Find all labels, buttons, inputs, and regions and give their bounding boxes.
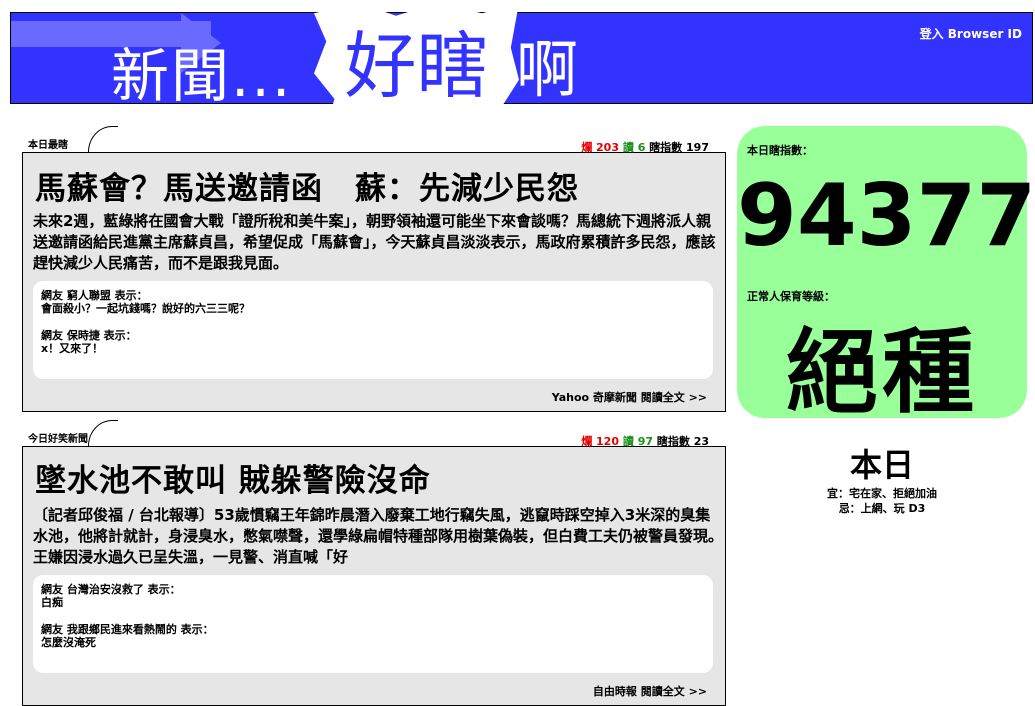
read-more-link[interactable]: 閱讀全文 >>: [641, 391, 707, 404]
news-source: 自由時報: [592, 685, 637, 698]
stat-index-value: 197: [686, 141, 709, 154]
news-source-line: 自由時報 閱讀全文 >>: [593, 683, 707, 699]
logo-text-haoxia: 好瞎: [344, 24, 489, 108]
index-label: 本日瞎指數：: [747, 144, 813, 157]
stat-du-value: 6: [637, 141, 646, 154]
stat-index-value: 23: [693, 435, 709, 448]
news-stats: 爛 203 讀 6 瞎指數 197: [581, 139, 709, 155]
index-value: 94377: [737, 166, 1035, 266]
stat-index-label: 瞎指數: [656, 435, 690, 448]
comment-item: 網友 台灣治安沒救了 表示： 白痴: [41, 583, 705, 609]
login-browserid-link[interactable]: 登入 Browser ID: [920, 25, 1022, 42]
news-source-line: Yahoo 奇摩新聞 閱讀全文 >>: [552, 389, 707, 405]
grade-value: 絕種: [785, 319, 978, 426]
comment-item: 網友 保時捷 表示： x！又來了！: [41, 329, 705, 355]
comment-text: 怎麼沒淹死: [41, 636, 96, 649]
news-panel-2: 爛 120 讀 97 瞎指數 23 墜水池不敢叫 賊躲警險沒命 〔記者邱俊福 /…: [22, 435, 726, 706]
news-headline[interactable]: 馬蘇會？馬送邀請函 蘇：先減少民怨: [35, 163, 579, 208]
site-header: 新聞... 好瞎 啊 登入 Browser ID: [10, 3, 1033, 131]
today-do-line: 宜：宅在家、拒絕加油: [827, 487, 937, 500]
news-headline[interactable]: 墜水池不敢叫 賊躲警險沒命: [35, 455, 431, 500]
daily-index-box: 本日瞎指數： 94377 正常人保育等級： 絕種: [737, 126, 1035, 426]
logo-text-a: 啊: [516, 33, 579, 106]
stat-du-label: 讀: [622, 435, 634, 448]
today-dont-line: 忌：上網、玩 D3: [838, 502, 926, 515]
stat-lan-label: 爛: [581, 435, 593, 448]
read-more-link[interactable]: 閱讀全文 >>: [641, 685, 707, 698]
comment-text: x！又來了！: [41, 342, 104, 355]
news-source: Yahoo 奇摩新聞: [551, 391, 637, 404]
today-title: 本日: [849, 446, 914, 484]
comment-author: 網友 台灣治安沒救了 表示：: [41, 583, 181, 596]
comment-author: 網友 保時捷 表示：: [41, 329, 137, 342]
stat-index-label: 瞎指數: [649, 141, 683, 154]
comments-box: 網友 台灣治安沒救了 表示： 白痴 網友 我跟鄉民進來看熱鬧的 表示： 怎麼沒淹…: [33, 575, 713, 673]
comment-text: 白痴: [41, 596, 63, 609]
news-summary: 〔記者邱俊福 / 台北報導〕53歲慣竊王年錦昨晨潛入廢棄工地行竊失風，逃竄時踩空…: [33, 506, 723, 566]
news-tab-1: 本日最瞎: [22, 126, 122, 152]
comment-author: 網友 窮人聯盟 表示：: [41, 289, 148, 302]
comment-item: 網友 我跟鄉民進來看熱鬧的 表示： 怎麼沒淹死: [41, 623, 705, 649]
tab-curve: [88, 126, 118, 152]
comment-text: 會面殺小？一起坑錢嗎？說好的六三三呢？: [41, 302, 250, 315]
stat-lan-value: 203: [596, 141, 619, 154]
today-almanac: 本日 宜：宅在家、拒絕加油 忌：上網、玩 D3: [737, 440, 1027, 516]
comment-item: 網友 窮人聯盟 表示： 會面殺小？一起坑錢嗎？說好的六三三呢？: [41, 289, 705, 315]
stat-du-label: 讀: [622, 141, 634, 154]
news-summary: 未來2週，藍綠將在國會大戰「證所稅和美牛案」，朝野領袖還可能坐下來會談嗎？馬總統…: [33, 212, 716, 272]
news-panel-1: 爛 203 讀 6 瞎指數 197 馬蘇會？馬送邀請函 蘇：先減少民怨 未來2週…: [22, 141, 726, 412]
news-tab-label: 本日最瞎: [28, 140, 68, 151]
stat-du-value: 97: [637, 435, 653, 448]
stat-lan-value: 120: [596, 435, 619, 448]
news-tab-label: 今日好笑新聞: [28, 434, 88, 445]
comments-box: 網友 窮人聯盟 表示： 會面殺小？一起坑錢嗎？說好的六三三呢？ 網友 保時捷 表…: [33, 281, 713, 379]
logo-text-news: 新聞...: [111, 42, 293, 110]
tab-curve: [88, 420, 118, 446]
comment-author: 網友 我跟鄉民進來看熱鬧的 表示：: [41, 623, 214, 636]
news-stats: 爛 120 讀 97 瞎指數 23: [581, 433, 709, 449]
stat-lan-label: 爛: [581, 141, 593, 154]
news-tab-2: 今日好笑新聞: [22, 420, 122, 446]
